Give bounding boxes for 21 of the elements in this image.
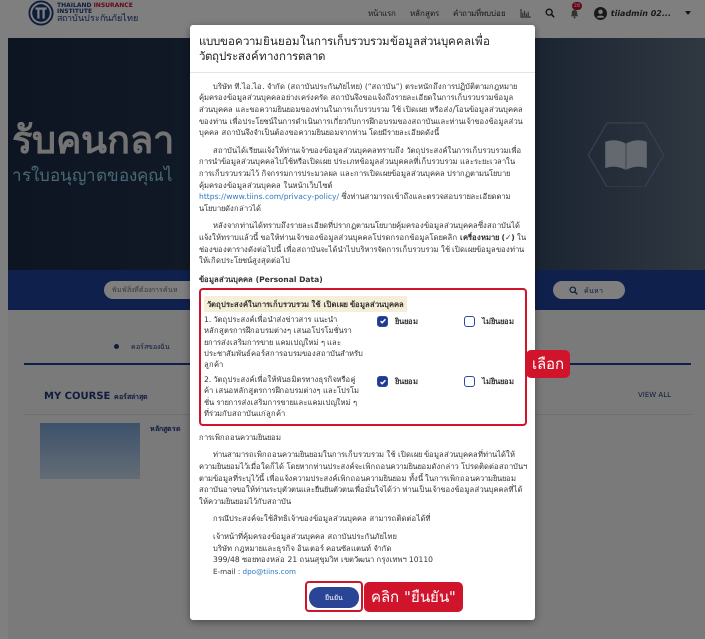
nav-link[interactable]: คำถามที่พบบ่อย — [452, 6, 506, 20]
annotation-label: เลือก — [526, 350, 570, 378]
search-icon[interactable] — [544, 8, 555, 18]
checkbox[interactable] — [377, 376, 388, 388]
checkbox[interactable] — [377, 316, 388, 327]
dialog-title: แบบขอความยินยอมในการเก็บรวบรวมข้อมูลส่วนบุคคลเพื่อวัตถุประสงค์ทางการตลาด — [199, 34, 491, 64]
bar-chart-icon[interactable] — [520, 8, 531, 18]
hero-subline: ารใบอนุญาตของคุณไ — [12, 164, 174, 188]
open-book-icon — [587, 121, 665, 187]
user-name[interactable]: tiiadmin 02... — [610, 8, 671, 18]
annotation-label: คลิก "ยืนยัน" — [364, 582, 463, 612]
search-icon — [569, 286, 578, 294]
nav-link[interactable]: หน้าแรก — [368, 6, 396, 20]
caret-icon[interactable] — [685, 11, 691, 15]
checkbox[interactable] — [464, 316, 475, 327]
logo-text: สถาบันประกันภัยไทย — [57, 14, 138, 24]
bell-icon[interactable] — [568, 8, 580, 18]
hero-headline: รับคนกลา — [12, 120, 174, 162]
checkbox[interactable] — [464, 376, 475, 388]
nav-link[interactable]: หลักสูตร — [410, 6, 439, 20]
user-avatar-icon[interactable] — [594, 6, 607, 20]
